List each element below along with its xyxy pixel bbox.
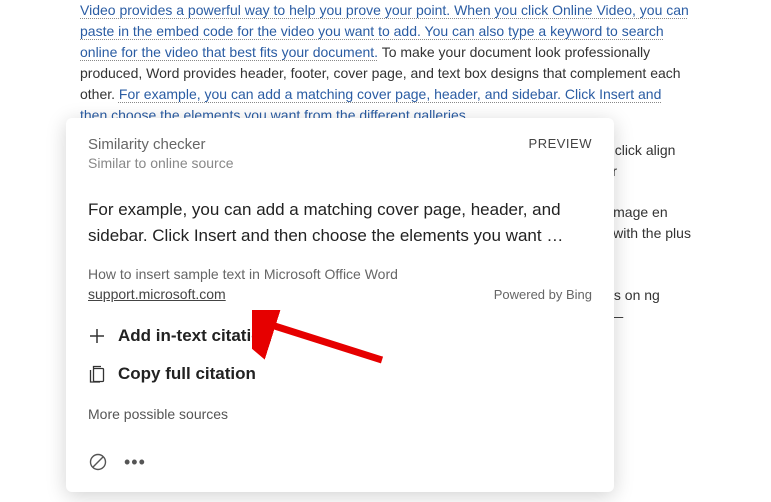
similarity-checker-panel: Similarity checker Similar to online sou… (66, 118, 614, 492)
powered-by-label: Powered by Bing (494, 287, 592, 302)
more-sources-button[interactable]: More possible sources (88, 406, 592, 422)
panel-footer: ••• (88, 452, 592, 472)
copy-icon (88, 365, 106, 383)
panel-header: Similarity checker Similar to online sou… (88, 136, 592, 171)
source-row: support.microsoft.com Powered by Bing (88, 286, 592, 302)
ignore-button[interactable] (88, 452, 108, 472)
add-citation-button[interactable]: Add in-text citation (88, 326, 592, 346)
panel-title-block: Similarity checker Similar to online sou… (88, 136, 234, 171)
panel-subtitle: Similar to online source (88, 155, 234, 171)
copy-citation-button[interactable]: Copy full citation (88, 364, 592, 384)
add-citation-label: Add in-text citation (118, 326, 272, 346)
source-link[interactable]: support.microsoft.com (88, 286, 226, 302)
matched-excerpt: For example, you can add a matching cove… (88, 197, 592, 248)
panel-title: Similarity checker (88, 136, 234, 153)
document-body: Video provides a powerful way to help yo… (0, 0, 771, 126)
source-title: How to insert sample text in Microsoft O… (88, 266, 592, 282)
copy-citation-label: Copy full citation (118, 364, 256, 384)
preview-badge: PREVIEW (529, 136, 592, 151)
plus-icon (88, 327, 106, 345)
more-options-button[interactable]: ••• (124, 453, 146, 471)
